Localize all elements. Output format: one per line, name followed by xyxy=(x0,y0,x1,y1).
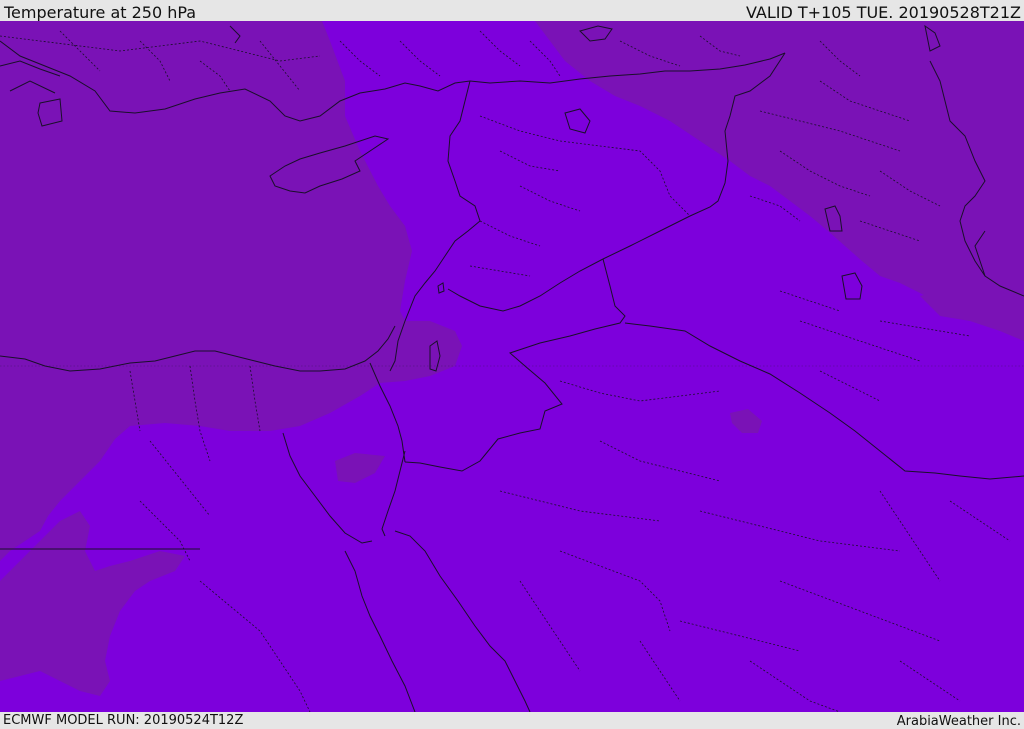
model-run-label: ECMWF MODEL RUN: 20190524T12Z xyxy=(3,713,244,728)
temperature-map[interactable] xyxy=(0,21,1024,712)
valid-time: VALID T+105 TUE. 20190528T21Z xyxy=(745,3,1021,22)
footer-bar: ECMWF MODEL RUN: 20190524T12Z ArabiaWeat… xyxy=(0,712,1024,729)
brand-label: ArabiaWeather Inc. xyxy=(896,714,1021,729)
header-bar: Temperature at 250 hPa VALID T+105 TUE. … xyxy=(0,0,1024,22)
map-title: Temperature at 250 hPa xyxy=(4,3,197,22)
